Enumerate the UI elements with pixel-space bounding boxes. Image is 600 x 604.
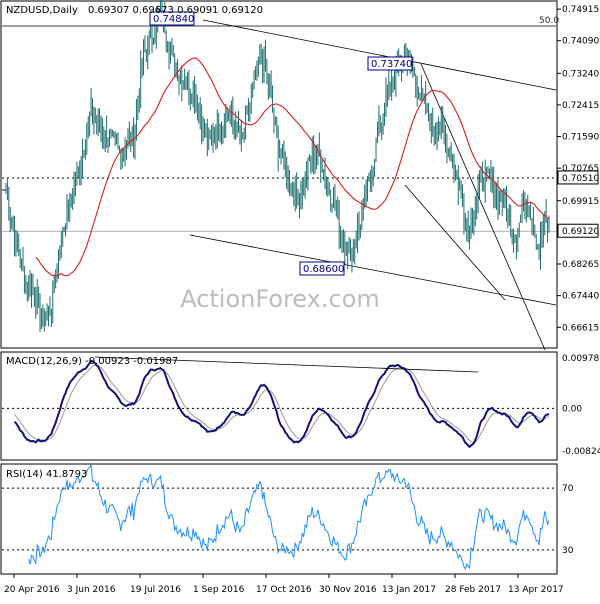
date-tick-label: 13 Apr 2017 [508, 585, 564, 595]
annotation-text: 0.68600 [303, 264, 344, 275]
rsi-tick-label: 70 [562, 484, 574, 494]
annotation-text: 0.73740 [371, 59, 412, 70]
candles-group [5, 0, 550, 333]
date-tick-label: 19 Jul 2016 [130, 585, 181, 595]
rsi-panel [0, 463, 558, 575]
date-tick-label: 1 Sep 2016 [193, 585, 245, 595]
fib-label: 50.0 [539, 16, 559, 26]
channel-line [404, 184, 506, 301]
price-tick-label: 0.73240 [562, 69, 599, 79]
ohlc-readout: 0.69307 0.69673 0.69091 0.69120 [88, 5, 263, 16]
chart-canvas: ActionForex.com 0.74915 0.74090 0.73240 0.7… [0, 0, 600, 595]
macd-signal-line [14, 364, 550, 443]
watermark-text: ActionForex.com [180, 285, 380, 313]
macd-title: MACD(12,26,9) -0.00923 -0.01987 [6, 356, 178, 367]
price-label-text: 0.69120 [562, 227, 599, 237]
macd-tick-label: 0.009781 [562, 354, 600, 364]
rsi-title: RSI(14) 41.8793 [6, 469, 87, 480]
price-label-text: 0.70510 [562, 174, 599, 184]
grid-lines [2, 25, 556, 232]
date-tick-label: 13 Jan 2017 [382, 585, 436, 595]
price-tick-label: 0.74915 [562, 5, 599, 15]
sma-group [35, 57, 550, 277]
date-tick-label: 17 Oct 2016 [256, 585, 312, 595]
macd-line [13, 359, 550, 449]
date-tick-label: 3 Jun 2016 [67, 585, 116, 595]
chart-window: ActionForex.com 0.74915 0.74090 0.73240 0.7… [0, 0, 600, 600]
price-tick-label: 0.71590 [562, 133, 599, 143]
macd-tick-label: 0.00 [562, 404, 582, 414]
price-tick-label: 0.69915 [562, 197, 599, 207]
symbol-label: NZDUSD,Daily [6, 5, 78, 16]
rsi-line [28, 462, 550, 571]
price-tick-label: 0.74090 [562, 37, 599, 47]
price-tick-label: 0.72415 [562, 101, 599, 111]
date-tick-label: 30 Nov 2016 [319, 585, 377, 595]
date-tick-label: 28 Feb 2017 [445, 585, 501, 595]
rsi-tick-label: 30 [562, 546, 574, 556]
macd-group [2, 356, 556, 449]
date-tick-label: 20 Apr 2016 [4, 585, 60, 595]
price-tick-label: 0.68265 [562, 260, 599, 270]
rsi-group [2, 462, 556, 571]
price-tick-label: 0.67440 [562, 292, 599, 302]
price-tick-label: 0.66615 [562, 323, 599, 333]
watermark-group: ActionForex.com [180, 285, 380, 313]
sma-line [35, 57, 550, 277]
macd-tick-label: -0.008244 [562, 447, 600, 457]
